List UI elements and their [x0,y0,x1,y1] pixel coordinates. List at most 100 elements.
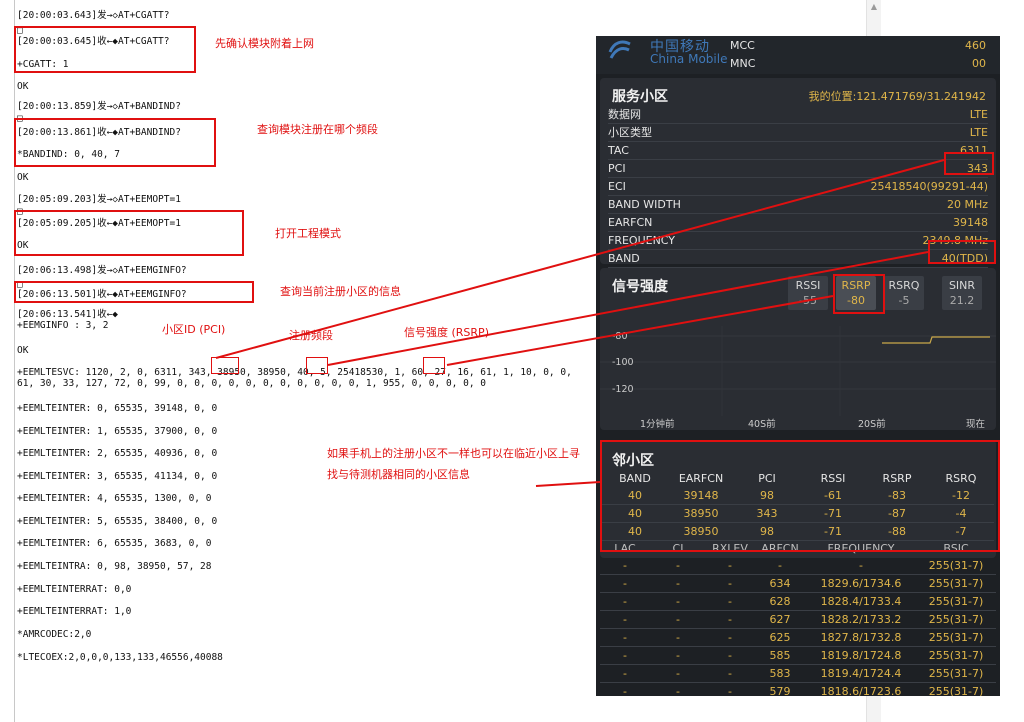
gsm-cell: - [706,557,754,575]
serving-row-value: 20 MHz [946,198,988,211]
log-line: +EEMLTEINTER: 2, 65535, 40936, 0, 0 [17,448,218,459]
serving-row: ECI 25418540(99291-44) [608,178,988,196]
log-line: [20:06:13.498]发→◇AT+EEMGINFO? [17,265,187,276]
log-line: +EEMLTEINTER: 6, 65535, 3683, 0, 0 [17,538,212,549]
gsm-cell: 255(31-7) [916,592,996,611]
gsm-cell: - [600,682,650,696]
china-mobile-logo-icon [608,40,631,59]
serving-row: BAND WIDTH 20 MHz [608,196,988,214]
gsm-cell: - [650,592,706,611]
gsm-row: - - -628 1828.4/1733.4 255(31-7) [600,592,996,611]
gsm-cell: 1818.6/1723.6 [806,682,916,696]
graph-y-tick: -100 [612,357,634,368]
signal-metric-rssi: RSSI -55 [788,276,828,310]
gsm-cell: - [600,574,650,593]
my-location: 我的位置:121.471769/31.241942 [808,90,986,103]
log-line: +EEMLTEINTERRAT: 1,0 [17,606,132,617]
serving-row-label: 数据网 [608,108,641,121]
highlight-cgatt [14,26,196,73]
annotation-band-query: 查询模块注册在哪个频段 [257,123,378,136]
highlight-eemopt [14,210,244,256]
gsm-cell: 1828.2/1733.2 [806,610,916,629]
serving-row-value: 25418540(99291-44) [870,180,988,193]
highlight-phone-band [928,240,996,264]
gsm-cell: 583 [754,664,806,683]
gsm-cell: 255(31-7) [916,610,996,629]
log-line: +EEMLTEINTERRAT: 0,0 [17,584,132,595]
serving-row-value: 39148 [953,216,988,229]
gsm-cell: 628 [754,592,806,611]
signal-strength-title: 信号强度 [612,279,668,295]
gsm-cell: - [650,682,706,696]
mcc-value: 460 [965,39,986,52]
log-line: OK [17,172,29,183]
log-line: +EEMLTEINTER: 0, 65535, 39148, 0, 0 [17,403,218,414]
highlight-eemginfo [14,281,254,303]
gsm-cell: - [706,610,754,629]
gsm-row: - - - - -255(31-7) [600,557,996,575]
highlight-neighbor-table [600,440,1000,552]
log-line: +EEMLTEINTRA: 0, 98, 38950, 57, 28 [17,561,212,572]
graph-x-tick: 1分钟前 [640,419,675,430]
serving-row-label: ECI [608,180,626,193]
log-line: +EEMLTEINTER: 4, 65535, 1300, 0, 0 [17,493,212,504]
serving-row: 数据网 LTE [608,106,988,124]
serving-row-label: PCI [608,162,626,175]
annotation-pci-label: 小区ID (PCI) [162,323,226,336]
serving-row-label: BAND WIDTH [608,198,681,211]
serving-row-label: 小区类型 [608,126,652,139]
annotation-cell-info: 查询当前注册小区的信息 [280,285,401,298]
gsm-cell: - [600,664,650,683]
highlight-phone-pci [944,152,994,175]
gsm-cell: - [650,664,706,683]
mnc-label: MNC [730,57,756,70]
gsm-cell: - [650,610,706,629]
gsm-cell: - [600,646,650,665]
serving-row-label: FREQUENCY [608,234,676,247]
log-line: +EEMLTESVC: 1120, 2, 0, 6311, 343, 38950… [17,367,572,378]
serving-row: EARFCN 39148 [608,214,988,232]
gsm-cell: - [650,646,706,665]
log-line: *LTECOEX:2,0,0,0,133,133,46556,40088 [17,652,223,663]
gsm-cell: 1827.8/1732.8 [806,628,916,647]
rsrp-trace [882,336,990,344]
signal-metric-value: -55 [799,294,817,307]
highlight-bandind [14,118,216,167]
gsm-cell: 1828.4/1733.4 [806,592,916,611]
graph-x-tick: 现在 [966,419,986,430]
gsm-neighbor-table: LAC CI RXLEV ARFCN FREQUENCY BSIC - - - - -255(31… [600,540,996,696]
gsm-cell: - [600,628,650,647]
gsm-cell: 1819.4/1724.4 [806,664,916,683]
gsm-row: - - -579 1818.6/1723.6 255(31-7) [600,682,996,696]
gsm-cell: 625 [754,628,806,647]
serving-row: TAC 6311 [608,142,988,160]
gsm-row: - - -583 1819.4/1724.4 255(31-7) [600,664,996,683]
log-line: *AMRCODEC:2,0 [17,629,92,640]
gsm-cell: - [600,592,650,611]
gsm-cell: 627 [754,610,806,629]
serving-row-value: LTE [969,108,988,121]
log-line: +EEMLTEINTER: 1, 65535, 37900, 0, 0 [17,426,218,437]
log-line: 61, 30, 33, 127, 72, 0, 99, 0, 0, 0, 0, … [17,378,486,389]
gsm-cell: 1819.8/1724.8 [806,646,916,665]
gsm-cell: 255(31-7) [916,628,996,647]
gsm-row: - - -625 1827.8/1732.8 255(31-7) [600,628,996,647]
gsm-cell: 255(31-7) [916,682,996,696]
highlight-phone-rsrp [833,274,885,314]
highlight-pci-value [211,357,239,374]
gsm-cell: - [706,664,754,683]
log-line: OK [17,81,29,92]
serving-row-label: EARFCN [608,216,653,229]
annotation-attach: 先确认模块附着上网 [215,37,314,50]
log-line: +EEMLTEINTER: 5, 65535, 38400, 0, 0 [17,516,218,527]
scroll-up-arrow-icon[interactable]: ▲ [867,0,881,14]
log-line: [20:00:13.859]发→◇AT+BANDIND? [17,101,181,112]
serving-row-value: LTE [969,126,988,139]
graph-x-tick: 20S前 [858,419,886,430]
gsm-cell: - [650,574,706,593]
signal-metric-sinr: SINR 21.2 [942,276,982,310]
gsm-cell: 634 [754,574,806,593]
gsm-cell: - [600,557,650,575]
phone-header: 中国移动 China Mobile MCC 460 MNC 00 [596,36,1000,74]
gsm-cell: 1829.6/1734.6 [806,574,916,593]
